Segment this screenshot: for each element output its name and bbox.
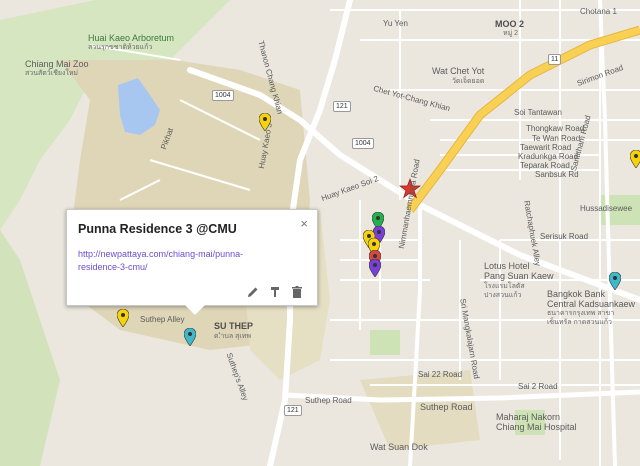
map-marker-selected[interactable] (184, 328, 196, 346)
label-yu-yen: Yu Yen (383, 19, 408, 28)
label-wat-chet-yot-thai: วัดเจ็ดยอด (452, 78, 485, 85)
label-suthep-road-right: Suthep Road (420, 402, 473, 412)
info-window-title: Punna Residence 3 @CMU (78, 222, 237, 236)
label-sai2: Sai 2 Road (518, 382, 558, 391)
label-thongkaw: Thongkaw Road (526, 124, 585, 133)
label-bangkok-bank-thai-2: เซ็นทรัล กาดสวนแก้ว (547, 319, 612, 326)
label-chotana: Chotana 1 (580, 7, 617, 16)
label-lotus-thai: โรงแรมโลตัส (484, 283, 525, 290)
label-moo2-thai: หมู่ 2 (503, 30, 519, 37)
route-shield-1004: 1004 (352, 138, 374, 149)
close-icon[interactable]: × (300, 216, 308, 231)
map-marker[interactable] (117, 309, 129, 327)
info-window-pointer (185, 305, 205, 315)
label-su-thep-thai: ต.ำบล สุเทพ (214, 333, 251, 340)
label-arboretum-thai: สวนรุกขชาติห้วยแก้ว (88, 44, 153, 51)
route-shield-121: 121 (333, 101, 351, 112)
style-brush-icon[interactable] (269, 285, 281, 297)
trash-icon[interactable] (291, 285, 303, 298)
label-bangkok-bank-thai: ธนาคารกรุงเทพ สาขา (547, 310, 615, 317)
label-zoo-thai: สวนสัตว์เชียงใหม่ (25, 70, 79, 77)
label-bangkok-bank-2: Central Kadsuankaew (547, 299, 636, 309)
map-marker[interactable] (609, 272, 621, 290)
small-park (370, 330, 400, 355)
info-window-link[interactable]: http://newpattaya.com/chiang-mai/punna-r… (78, 248, 278, 274)
label-wat-chet-yot: Wat Chet Yot (432, 66, 485, 76)
label-su-thep: SU THEP (214, 321, 254, 331)
route-shield-121: 121 (284, 405, 302, 416)
label-suthep-road-left: Suthep Road (305, 396, 352, 405)
info-window-toolbar (247, 285, 303, 298)
info-window: Punna Residence 3 @CMU × http://newpatta… (66, 209, 318, 315)
map-marker[interactable] (369, 259, 381, 277)
label-lotus: Lotus Hotel (484, 261, 530, 271)
label-moo2: MOO 2 (495, 19, 525, 29)
label-maharaj-2: Chiang Mai Hospital (496, 422, 577, 432)
label-maharaj: Maharaj Nakorn (496, 412, 561, 422)
label-bangkok-bank: Bangkok Bank (547, 289, 606, 299)
label-taewarit: Taewarit Road (520, 143, 572, 152)
route-shield-11: 11 (548, 54, 562, 65)
label-teparak: Teparak Road (520, 161, 570, 170)
pencil-icon[interactable] (247, 285, 259, 297)
map-marker[interactable] (259, 113, 271, 131)
label-sai22: Sai 22 Road (418, 370, 463, 379)
label-kradunkga: Kradunkga Road (518, 152, 579, 161)
label-lotus-2: Pang Suan Kaew (484, 271, 554, 281)
route-shield-1004: 1004 (212, 90, 234, 101)
label-te-wan: Te Wan Road (532, 134, 581, 143)
label-zoo: Chiang Mai Zoo (25, 59, 89, 69)
map-marker[interactable] (630, 150, 640, 168)
label-serisuk: Serisuk Road (540, 232, 589, 241)
label-wat-suan-dok: Wat Suan Dok (370, 442, 428, 452)
label-soi-tantawan: Soi Tantawan (514, 108, 562, 117)
label-suthep-alley: Suthep Alley (140, 315, 185, 324)
label-hussadisewee: Hussadisewee (580, 204, 633, 213)
label-lotus-thai-2: ปางสวนแก้ว (484, 292, 522, 299)
label-sanbsuk: Sanbsuk Rd (535, 170, 579, 179)
label-arboretum: Huai Kaeo Arboretum (88, 33, 175, 43)
